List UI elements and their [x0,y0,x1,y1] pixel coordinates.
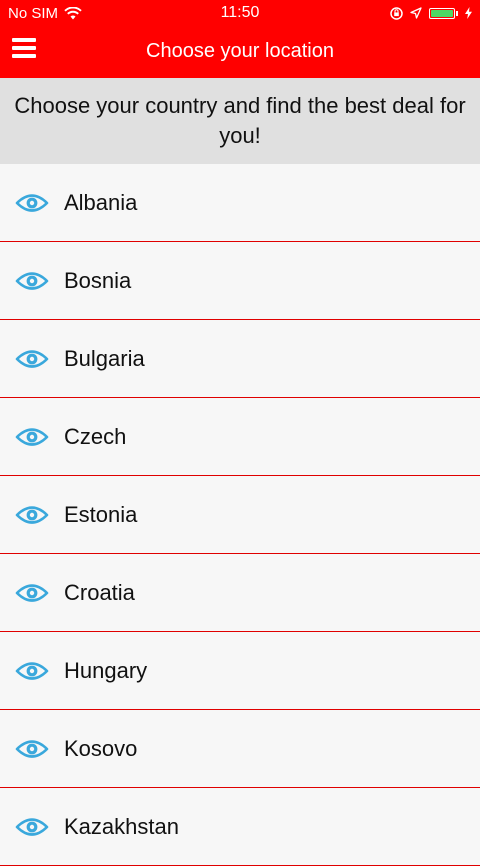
list-item[interactable]: Croatia [0,554,480,632]
eye-icon [15,349,49,368]
list-item[interactable]: Hungary [0,632,480,710]
list-item-label: Estonia [64,501,138,527]
banner-text: Choose your country and find the best de… [14,93,466,148]
country-list: Albania Bosnia Bulgaria Czech Estonia Cr… [0,164,480,866]
eye-icon [15,661,49,680]
eye-icon [15,193,49,212]
eye-icon [15,505,49,524]
info-banner: Choose your country and find the best de… [0,78,480,164]
status-bar: No SIM 11:50 [0,0,480,26]
list-item[interactable]: Estonia [0,476,480,554]
eye-icon [15,739,49,758]
list-item-label: Kazakhstan [64,813,179,839]
list-item[interactable]: Bosnia [0,242,480,320]
list-item[interactable]: Kazakhstan [0,788,480,866]
eye-icon [15,427,49,446]
eye-icon [15,271,49,290]
page-title: Choose your location [146,39,334,62]
list-item[interactable]: Czech [0,398,480,476]
battery-icon [429,7,458,19]
status-time: 11:50 [220,4,260,21]
list-item-label: Bosnia [64,267,132,293]
list-item-label: Czech [64,423,127,449]
list-item-label: Hungary [64,657,148,683]
list-item-label: Kosovo [64,735,138,761]
list-item[interactable]: Albania [0,164,480,242]
list-item[interactable]: Kosovo [0,710,480,788]
list-item-label: Albania [64,189,138,215]
app-header: No SIM 11:50 Choose your location [0,0,480,78]
list-item-label: Bulgaria [64,345,145,371]
list-item[interactable]: Bulgaria [0,320,480,398]
eye-icon [15,583,49,602]
nav-bar: Choose your location [0,26,480,76]
eye-icon [15,817,49,836]
list-item-label: Croatia [64,579,135,605]
menu-icon[interactable] [12,38,36,58]
